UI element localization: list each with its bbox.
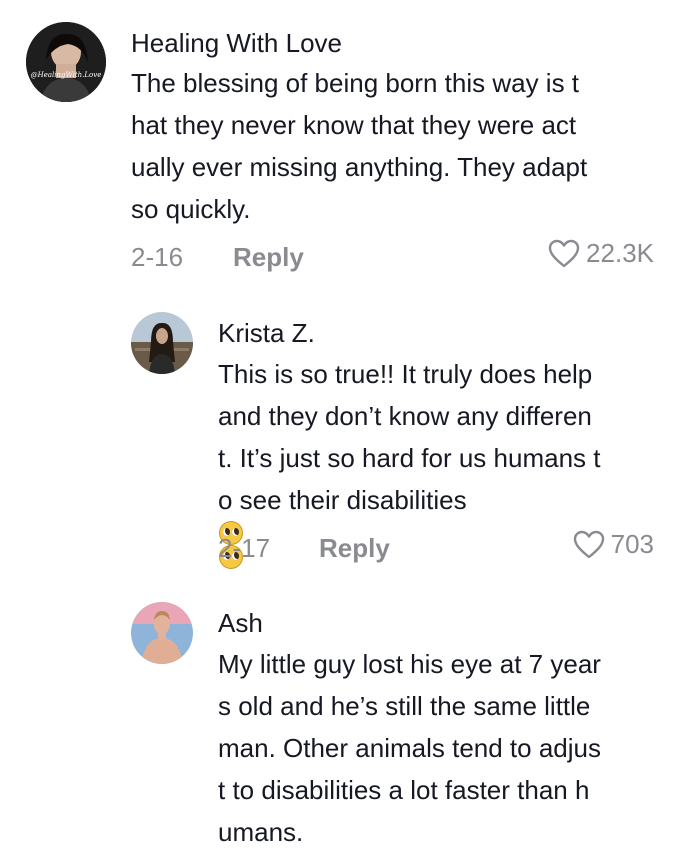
- comment-krista-z: Krista Z. This is so true!! It truly doe…: [0, 290, 692, 580]
- comment-date: 2-16: [131, 242, 184, 272]
- comment-text-line: and they don’t know any differen: [218, 401, 592, 431]
- comment-text: The blessing of being born this way is t…: [131, 62, 587, 230]
- like-count: 703: [610, 529, 654, 559]
- comment-text-line: umans.: [218, 817, 304, 847]
- comment-text: This is so true!! It truly does help and…: [218, 353, 600, 569]
- avatar-healing-with-love[interactable]: @HealingWith.Love: [26, 22, 106, 102]
- comment-text-line: so quickly.: [131, 194, 251, 224]
- avatar-ash[interactable]: [131, 602, 193, 664]
- comment-text-line: My little guy lost his eye at 7 year: [218, 649, 601, 679]
- like-button[interactable]: 22.3K: [548, 238, 654, 269]
- avatar-image: [131, 602, 193, 664]
- comment-text-line: o see their disabilities: [218, 485, 467, 515]
- like-button[interactable]: 703: [573, 529, 654, 560]
- avatar-image: [131, 312, 193, 374]
- like-count: 22.3K: [586, 238, 654, 268]
- avatar-krista-z[interactable]: [131, 312, 193, 374]
- avatar-image: @HealingWith.Love: [26, 22, 106, 102]
- comment-text: My little guy lost his eye at 7 year s o…: [218, 643, 601, 853]
- comment-text-line: hat they never know that they were act: [131, 110, 577, 140]
- heart-outline-icon: [573, 530, 604, 558]
- comment-text-line: t to disabilities a lot faster than h: [218, 775, 590, 805]
- comment-ash: Ash My little guy lost his eye at 7 year…: [0, 580, 692, 858]
- heart-outline-icon: [548, 239, 580, 267]
- reply-button[interactable]: Reply: [319, 533, 390, 564]
- reply-button[interactable]: Reply: [233, 242, 304, 273]
- comment-text-line: s old and he’s still the same little: [218, 691, 591, 721]
- comment-date: 2-17: [218, 533, 271, 563]
- comment-author[interactable]: Krista Z.: [218, 318, 315, 349]
- comment-text-line: t. It’s just so hard for us humans t: [218, 443, 601, 473]
- comment-text-line-with-emoji: o see their disabilities: [218, 479, 600, 569]
- comment-text-line: man. Other animals tend to adjus: [218, 733, 601, 763]
- comment-text-line: The blessing of being born this way is t: [131, 68, 580, 98]
- comment-author[interactable]: Ash: [218, 608, 263, 639]
- avatar-caption: @HealingWith.Love: [31, 71, 102, 79]
- comment-text-line: ually ever missing anything. They adapt: [131, 152, 588, 182]
- comment-text-line: This is so true!! It truly does help: [218, 359, 593, 389]
- comment-healing-with-love: @HealingWith.Love Healing With Love The …: [0, 0, 692, 290]
- comment-author[interactable]: Healing With Love: [131, 28, 342, 59]
